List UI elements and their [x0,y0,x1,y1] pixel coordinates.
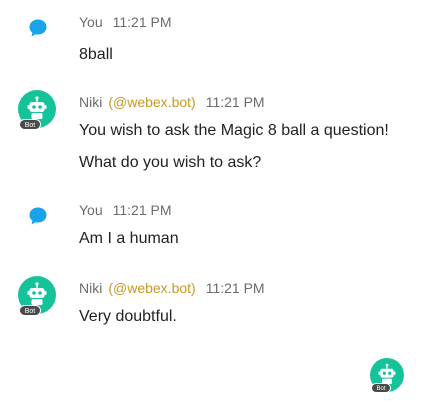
sender-name: You [79,14,103,30]
read-receipt-avatar: Bot [370,358,408,396]
chat-bubble-icon [29,207,47,225]
message-meta: Niki (@webex.bot) 11:21 PM [79,92,427,112]
bot-icon: Bot [18,276,56,316]
bot-icon: Bot [18,90,56,130]
message-time: 11:21 PM [205,280,265,296]
sender-name: Niki [79,280,103,296]
chat-bubble-icon [29,19,47,37]
bot-icon: Bot [370,358,404,393]
message-text: Very doubtful. [79,308,177,325]
bot-avatar: Bot [18,90,60,132]
bot-badge: Bot [19,305,41,316]
message-meta: You 11:21 PM [79,12,427,32]
sender-handle: (@webex.bot) [108,94,196,110]
message-text: 8ball [79,46,113,63]
message-time: 11:21 PM [112,14,172,30]
message-text: You wish to ask the Magic 8 ball a quest… [79,122,389,139]
message-text: Am I a human [79,230,179,247]
bot-badge: Bot [19,119,41,130]
message-meta: Niki (@webex.bot) 11:21 PM [79,278,427,298]
you-avatar [18,200,60,242]
sender-name: You [79,202,103,218]
message-meta: You 11:21 PM [79,200,427,220]
bot-avatar: Bot [18,276,60,318]
sender-name: Niki [79,94,103,110]
sender-handle: (@webex.bot) [108,280,196,296]
message-text: What do you wish to ask? [79,154,262,171]
message-time: 11:21 PM [112,202,172,218]
you-avatar [18,12,60,54]
message-time: 11:21 PM [205,94,265,110]
bot-badge: Bot [371,383,391,393]
